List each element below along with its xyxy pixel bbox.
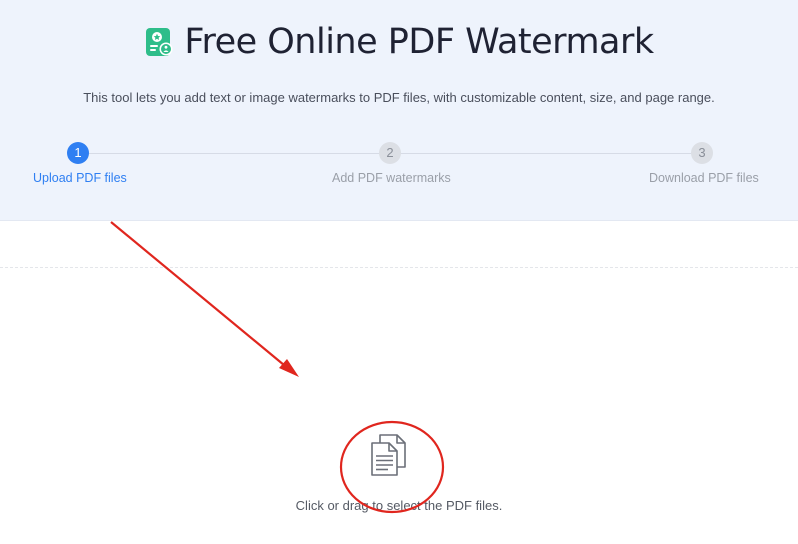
upload-dropzone[interactable]: Click or drag to select the PDF files. [0,268,798,544]
page-subtitle: This tool lets you add text or image wat… [83,90,715,105]
title-row: Free Online PDF Watermark [0,22,798,62]
step-2-label: Add PDF watermarks [332,171,451,185]
progress-steps: 1 Upload PDF files 2 Add PDF watermarks … [0,142,798,192]
step-2-number: 2 [379,142,401,164]
pdf-watermark-logo-icon [146,28,173,56]
upload-instruction[interactable]: Click or drag to select the PDF files. [0,498,798,513]
step-1-label: Upload PDF files [33,171,127,185]
documents-icon[interactable] [368,432,412,478]
step-1-number: 1 [67,142,89,164]
hero-header: Free Online PDF Watermark This tool lets… [0,0,798,221]
step-3-number: 3 [691,142,713,164]
step-3-label: Download PDF files [649,171,759,185]
page-title: Free Online PDF Watermark [184,22,654,62]
